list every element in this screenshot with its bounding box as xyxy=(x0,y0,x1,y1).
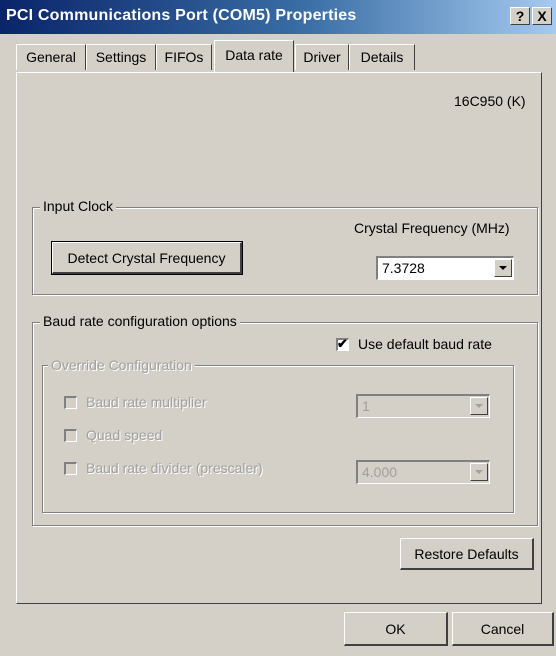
crystal-frequency-label: Crystal Frequency (MHz) xyxy=(354,220,510,236)
check-icon: ✔ xyxy=(337,336,348,351)
tab-driver[interactable]: Driver xyxy=(295,44,349,70)
quad-speed-label: Quad speed xyxy=(86,427,163,443)
crystal-frequency-select[interactable]: 7.3728 xyxy=(376,256,514,280)
title-bar[interactable]: PCI Communications Port (COM5) Propertie… xyxy=(0,0,556,34)
baud-divider-label: Baud rate divider (prescaler) xyxy=(86,460,263,476)
baud-multiplier-select[interactable]: 1 xyxy=(356,394,490,418)
baud-rate-legend: Baud rate configuration options xyxy=(40,313,240,329)
ok-button[interactable]: OK xyxy=(344,612,448,646)
use-default-baud-checkbox[interactable]: ✔ xyxy=(336,336,349,351)
tab-data-rate[interactable]: Data rate xyxy=(214,40,294,72)
chevron-down-icon[interactable] xyxy=(494,259,512,277)
override-configuration-legend: Override Configuration xyxy=(48,357,195,373)
baud-divider-checkbox[interactable] xyxy=(64,462,77,475)
cancel-button[interactable]: Cancel xyxy=(452,612,554,646)
chevron-down-icon[interactable] xyxy=(470,397,488,415)
chevron-down-icon[interactable] xyxy=(470,463,488,481)
window-title: PCI Communications Port (COM5) Propertie… xyxy=(6,7,357,24)
tab-settings[interactable]: Settings xyxy=(86,44,156,70)
baud-multiplier-value: 1 xyxy=(362,398,370,414)
uart-model-label: 16C950 (K) xyxy=(454,93,526,109)
quad-speed-checkbox[interactable] xyxy=(64,429,77,442)
baud-divider-select[interactable]: 4.000 xyxy=(356,460,490,484)
close-button[interactable]: X xyxy=(532,7,552,25)
restore-defaults-button[interactable]: Restore Defaults xyxy=(400,538,534,570)
tab-general[interactable]: General xyxy=(16,44,86,70)
baud-multiplier-label: Baud rate multiplier xyxy=(86,394,207,410)
use-default-baud-label[interactable]: Use default baud rate xyxy=(358,336,492,352)
baud-divider-value: 4.000 xyxy=(362,464,398,480)
detect-crystal-frequency-button[interactable]: Detect Crystal Frequency xyxy=(51,241,243,275)
tab-fifos[interactable]: FIFOs xyxy=(156,44,212,70)
help-button[interactable]: ? xyxy=(510,7,530,25)
baud-multiplier-checkbox[interactable] xyxy=(64,396,77,409)
crystal-frequency-value: 7.3728 xyxy=(382,260,425,276)
tab-details[interactable]: Details xyxy=(349,44,415,70)
input-clock-legend: Input Clock xyxy=(40,198,117,214)
